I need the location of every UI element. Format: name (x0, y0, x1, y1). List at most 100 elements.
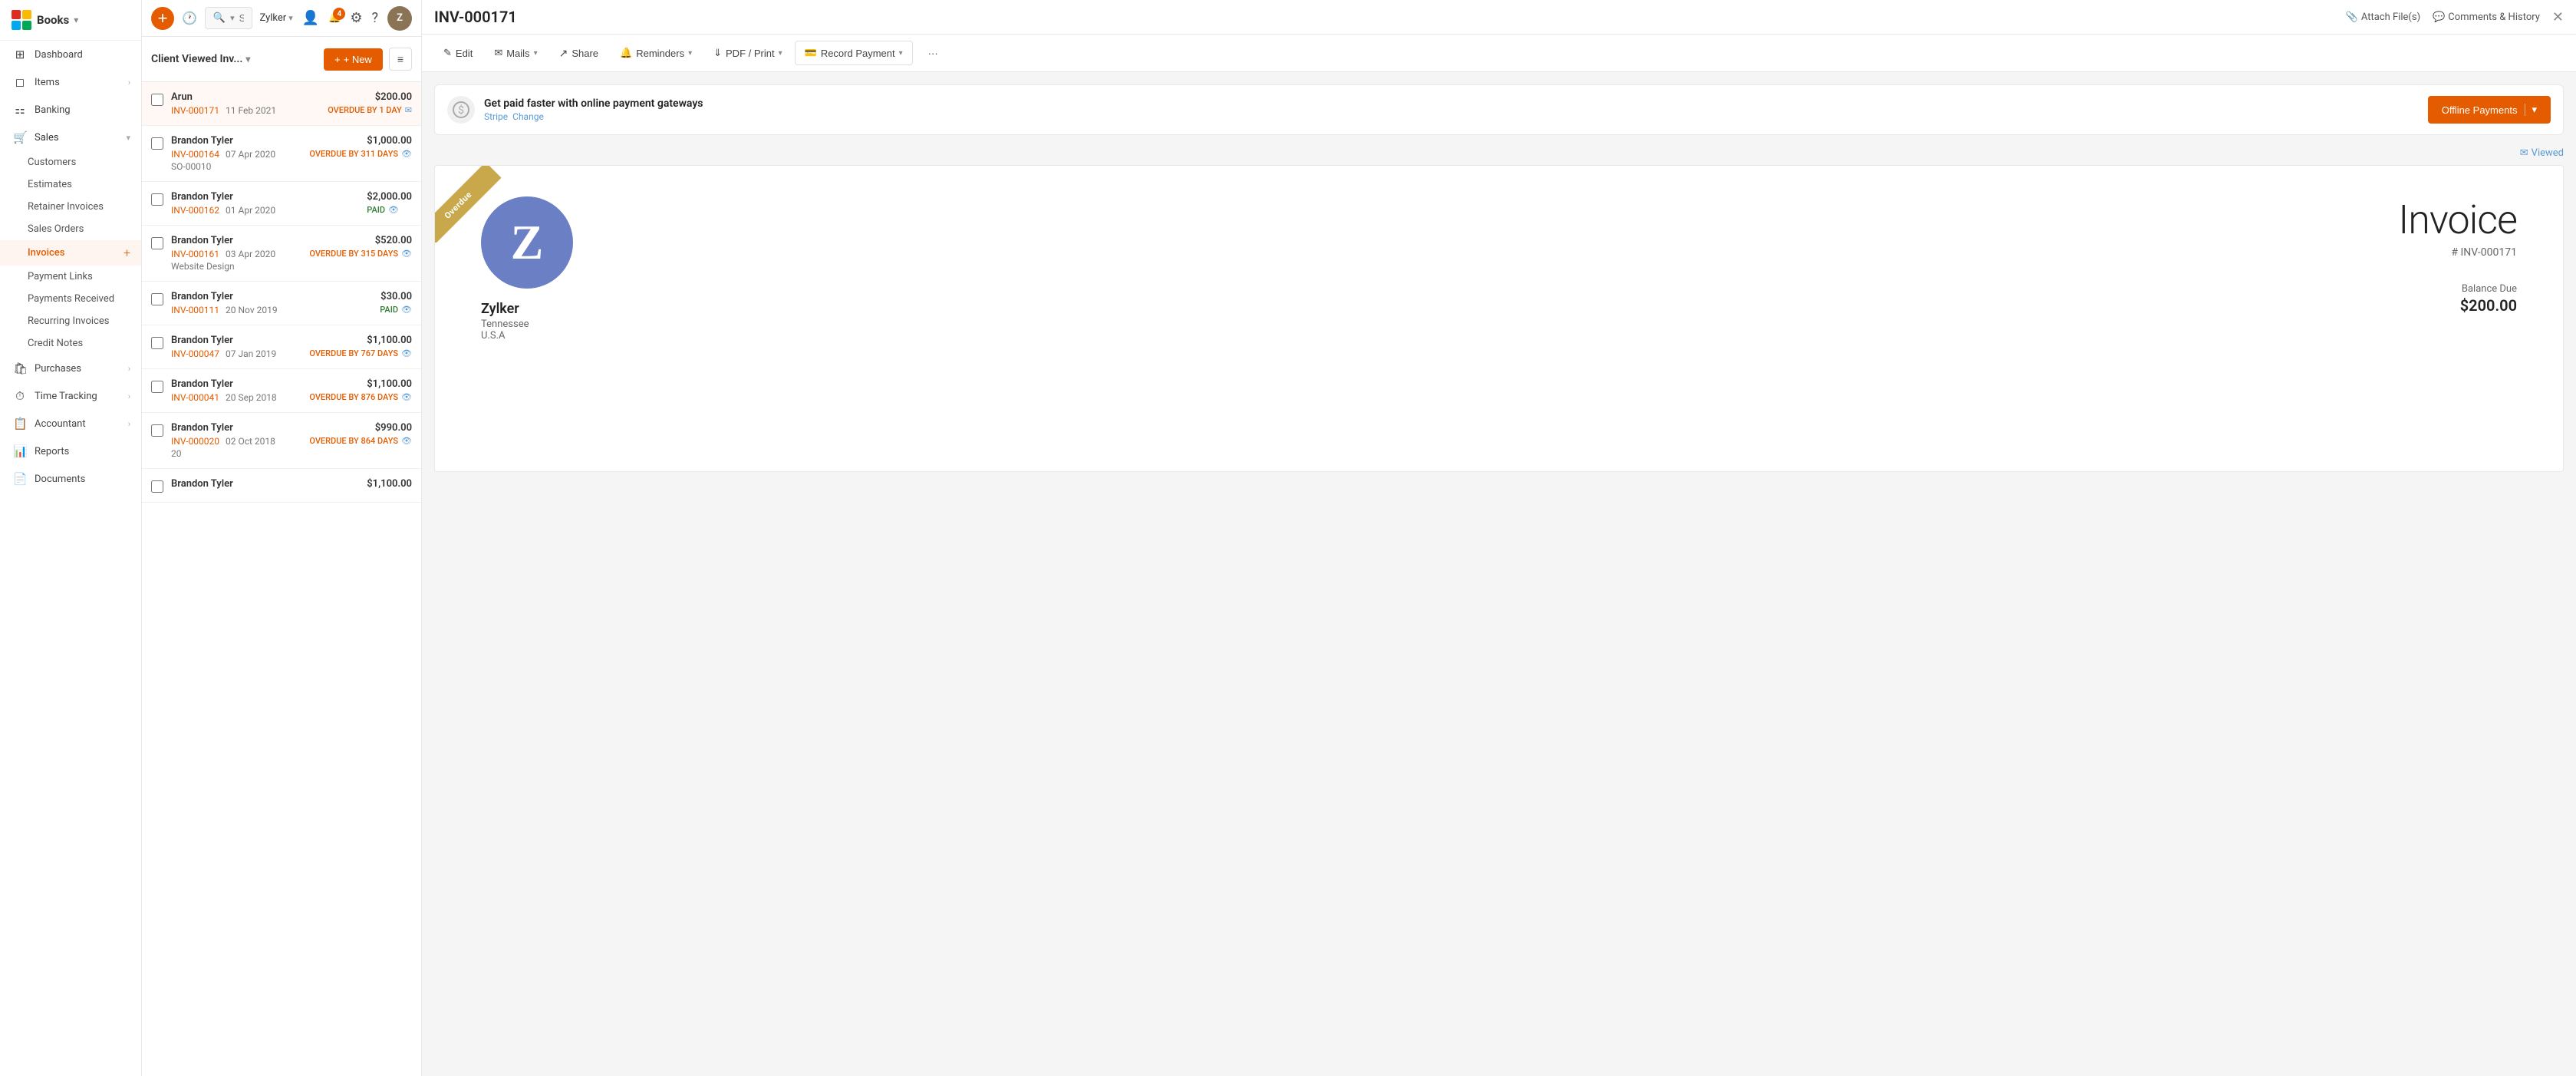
accountant-label: Accountant (35, 418, 120, 430)
sidebar-item-customers[interactable]: Customers (0, 151, 141, 173)
company-country: U.S.A (481, 330, 573, 342)
sidebar-item-dashboard[interactable]: ⊞ Dashboard (0, 41, 141, 68)
purchases-label: Purchases (35, 363, 120, 375)
sidebar-item-sales[interactable]: 🛒 Sales ▾ (0, 124, 141, 151)
invoice-checkbox[interactable] (151, 193, 163, 206)
sidebar-item-recurring-invoices[interactable]: Recurring Invoices (0, 310, 141, 332)
items-label: Items (35, 77, 120, 88)
reminders-button[interactable]: 🔔 Reminders ▾ (611, 41, 701, 64)
notifications-button[interactable]: 🔔 4 (328, 12, 341, 24)
sidebar-item-payment-links[interactable]: Payment Links (0, 266, 141, 288)
sidebar-item-sales-orders[interactable]: Sales Orders (0, 218, 141, 240)
sidebar-item-estimates[interactable]: Estimates (0, 173, 141, 196)
sales-label: Sales (35, 132, 118, 144)
user-name[interactable]: Zylker ▾ (260, 12, 293, 24)
sidebar: Books ▾ ⊞ Dashboard ◻ Items › ⚏ Banking … (0, 0, 142, 1076)
invoice-meta: INV-000161 03 Apr 2020 (171, 249, 301, 259)
balance-label: Balance Due (2398, 283, 2517, 295)
invoice-checkbox[interactable] (151, 381, 163, 393)
invoice-item[interactable]: Brandon Tyler INV-000161 03 Apr 2020 Web… (142, 226, 421, 282)
invoice-reference: 20 (171, 448, 301, 459)
invoice-date: 20 Nov 2019 (226, 305, 278, 315)
sidebar-item-banking[interactable]: ⚏ Banking (0, 96, 141, 124)
attach-files-button[interactable]: 📎 Attach File(s) (2346, 12, 2420, 23)
invoice-right: $1,000.00 OVERDUE BY 311 DAYS 👁 (309, 135, 412, 159)
invoice-item[interactable]: Brandon Tyler INV-000111 20 Nov 2019 $30… (142, 282, 421, 325)
close-detail-button[interactable]: ✕ (2552, 9, 2564, 25)
invoice-item[interactable]: Brandon Tyler INV-000164 07 Apr 2020 SO-… (142, 126, 421, 182)
change-link[interactable]: Change (512, 111, 544, 122)
invoice-checkbox[interactable] (151, 293, 163, 305)
settings-icon[interactable]: ⚙ (350, 10, 362, 26)
mails-button[interactable]: ✉ Mails ▾ (485, 41, 546, 64)
purchases-arrow-icon: › (128, 364, 130, 374)
invoice-number-display: # INV-000171 (2398, 246, 2517, 259)
record-payment-button[interactable]: 💳 Record Payment ▾ (795, 41, 913, 65)
invoice-big-title: Invoice (2398, 196, 2517, 243)
sidebar-item-reports[interactable]: 📊 Reports (0, 437, 141, 465)
sidebar-item-payments-received[interactable]: Payments Received (0, 288, 141, 310)
sidebar-item-items[interactable]: ◻ Items › (0, 68, 141, 96)
invoice-checkbox[interactable] (151, 137, 163, 150)
invoice-item[interactable]: Brandon Tyler INV-000047 07 Jan 2019 $1,… (142, 325, 421, 369)
sidebar-item-time-tracking[interactable]: ⏱ Time Tracking › (0, 382, 141, 410)
share-icon: ↗ (559, 47, 568, 60)
banking-label: Banking (35, 104, 130, 116)
share-button[interactable]: ↗ Share (550, 41, 608, 65)
detail-header: INV-000171 📎 Attach File(s) 💬 Comments &… (422, 0, 2576, 35)
invoice-item[interactable]: Arun INV-000171 11 Feb 2021 $200.00 OVER… (142, 82, 421, 126)
invoice-checkbox[interactable] (151, 237, 163, 249)
mail-icon: ✉ (405, 105, 412, 115)
invoice-item[interactable]: Brandon Tyler $1,100.00 (142, 469, 421, 503)
zoho-logo (11, 9, 32, 31)
invoice-right: $1,100.00 OVERDUE BY 876 DAYS 👁 (309, 378, 412, 402)
time-tracking-icon: ⏱ (13, 389, 27, 403)
dashboard-label: Dashboard (35, 49, 130, 61)
invoice-right: $520.00 OVERDUE BY 315 DAYS 👁 (309, 235, 412, 259)
invoice-checkbox[interactable] (151, 94, 163, 106)
invoice-date: 02 Oct 2018 (226, 436, 275, 447)
invoice-checkbox[interactable] (151, 337, 163, 349)
sidebar-item-credit-notes[interactable]: Credit Notes (0, 332, 141, 355)
invoice-customer-name: Brandon Tyler (171, 335, 301, 346)
invoice-status: PAID 👁 (367, 205, 412, 215)
help-icon[interactable]: ? (371, 10, 378, 26)
pdf-print-button[interactable]: ⇓ PDF / Print ▾ (704, 41, 792, 64)
invoice-amount: $1,000.00 (309, 135, 412, 147)
contacts-icon[interactable]: 👤 (302, 10, 319, 26)
user-avatar[interactable]: Z (387, 6, 412, 31)
invoice-customer-name: Brandon Tyler (171, 135, 301, 147)
invoice-document: Overdue Z Zylker Tennessee U.S.A (434, 165, 2564, 472)
sidebar-item-accountant[interactable]: 📋 Accountant › (0, 410, 141, 437)
list-menu-button[interactable]: ≡ (389, 48, 412, 71)
list-filter-chevron-icon[interactable]: ▾ (245, 54, 250, 64)
mails-chevron-icon: ▾ (534, 49, 538, 58)
app-logo[interactable]: Books ▾ (0, 0, 141, 41)
logo-chevron: ▾ (74, 15, 78, 25)
sidebar-item-retainer-invoices[interactable]: Retainer Invoices (0, 196, 141, 218)
new-invoice-button[interactable]: + + New (324, 48, 383, 71)
more-actions-button[interactable]: ··· (919, 42, 947, 64)
add-button[interactable]: + (151, 7, 174, 30)
invoice-item[interactable]: Brandon Tyler INV-000041 20 Sep 2018 $1,… (142, 369, 421, 413)
edit-button[interactable]: ✎ Edit (434, 41, 482, 64)
invoice-item[interactable]: Brandon Tyler INV-000020 02 Oct 2018 20 … (142, 413, 421, 469)
pdf-print-label: PDF / Print (726, 48, 775, 59)
sidebar-item-documents[interactable]: 📄 Documents (0, 465, 141, 493)
envelope-icon: ✉ (2520, 147, 2528, 159)
search-filter-icon[interactable]: ▾ (230, 13, 235, 23)
comments-history-button[interactable]: 💬 Comments & History (2433, 12, 2540, 23)
offline-payments-button[interactable]: Offline Payments ▾ (2428, 96, 2551, 124)
company-letter: Z (511, 214, 544, 271)
invoice-checkbox[interactable] (151, 480, 163, 493)
search-input[interactable] (239, 12, 244, 24)
overdue-status: OVERDUE BY 311 DAYS (309, 149, 398, 159)
invoices-plus-icon[interactable]: + (124, 246, 130, 260)
sidebar-item-purchases[interactable]: 🛍 Purchases › (0, 355, 141, 382)
paid-status: PAID (367, 205, 385, 215)
detail-panel: INV-000171 📎 Attach File(s) 💬 Comments &… (422, 0, 2576, 1076)
sidebar-item-invoices[interactable]: Invoices + (0, 240, 141, 266)
invoice-item[interactable]: Brandon Tyler INV-000162 01 Apr 2020 $2,… (142, 182, 421, 226)
invoice-checkbox[interactable] (151, 424, 163, 437)
history-button[interactable]: 🕐 (182, 11, 197, 26)
